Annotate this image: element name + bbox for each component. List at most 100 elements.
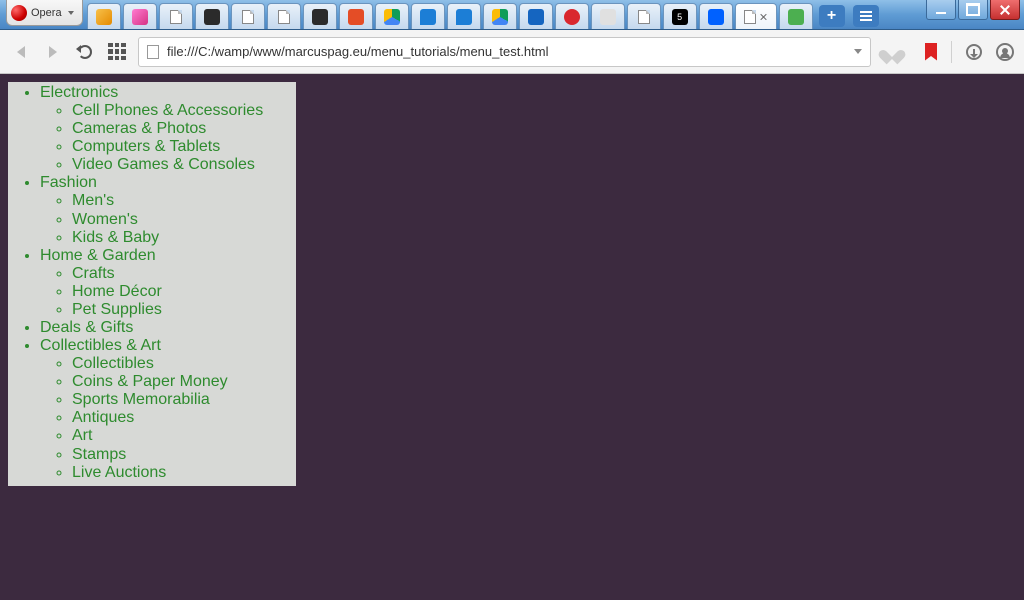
tab-favicon-icon	[204, 9, 220, 25]
new-tab-button[interactable]: +	[819, 5, 845, 27]
opera-logo-icon	[11, 5, 27, 21]
tab[interactable]	[231, 3, 265, 29]
tab[interactable]	[627, 3, 661, 29]
tab[interactable]	[779, 3, 813, 29]
submenu-item: Pet Supplies	[72, 301, 290, 319]
submenu-item: Women's	[72, 211, 290, 229]
mega-icon	[564, 9, 580, 25]
menu-category-link[interactable]: Fashion	[40, 174, 97, 191]
menu-category-link[interactable]: Collectibles & Art	[40, 337, 161, 354]
submenu-link[interactable]: Video Games & Consoles	[72, 156, 255, 173]
menu-category-link[interactable]: Deals & Gifts	[40, 319, 133, 336]
tab-active[interactable]	[735, 3, 777, 29]
window-controls	[926, 0, 1020, 20]
submenu-item: Cell Phones & Accessories	[72, 102, 290, 120]
submenu-link[interactable]: Crafts	[72, 265, 115, 282]
tab[interactable]	[303, 3, 337, 29]
tab-favicon-icon	[600, 9, 616, 25]
tab[interactable]	[591, 3, 625, 29]
chat-icon	[456, 9, 472, 25]
menu-category-link[interactable]: Electronics	[40, 84, 118, 101]
stash-bookmark-icon[interactable]	[925, 43, 937, 61]
submenu-item: Art	[72, 427, 290, 445]
opera-menu-button[interactable]: Opera	[6, 0, 83, 26]
tab-favicon-icon	[312, 9, 328, 25]
submenu-link[interactable]: Live Auctions	[72, 464, 166, 481]
tab-strip: 5 +	[87, 0, 1024, 29]
submenu-link[interactable]: Antiques	[72, 409, 134, 426]
tab[interactable]	[339, 3, 373, 29]
submenu-item: Live Auctions	[72, 464, 290, 482]
window-close-button[interactable]	[990, 0, 1020, 20]
dropbox-icon	[708, 9, 724, 25]
submenu-item: Computers & Tablets	[72, 138, 290, 156]
submenu-item: Crafts	[72, 265, 290, 283]
arrow-right-icon	[49, 46, 57, 58]
submenu-link[interactable]: Women's	[72, 211, 138, 228]
todoist-icon	[528, 9, 544, 25]
w3schools-icon	[788, 9, 804, 25]
tab[interactable]	[447, 3, 481, 29]
submenu-link[interactable]: Men's	[72, 192, 114, 209]
tab[interactable]	[267, 3, 301, 29]
f5-icon: 5	[672, 9, 688, 25]
account-button[interactable]	[996, 43, 1014, 61]
page-viewport: ElectronicsCell Phones & AccessoriesCame…	[0, 74, 1024, 600]
dropdown-icon[interactable]	[854, 49, 862, 54]
maximize-button[interactable]	[958, 0, 988, 20]
reload-icon	[78, 45, 92, 59]
close-tab-icon[interactable]	[760, 13, 768, 21]
url-text: file:///C:/wamp/www/marcuspag.eu/menu_tu…	[167, 44, 549, 59]
submenu-link[interactable]: Kids & Baby	[72, 229, 159, 246]
minimize-button[interactable]	[926, 0, 956, 20]
back-button[interactable]	[10, 41, 32, 63]
address-bar[interactable]: file:///C:/wamp/www/marcuspag.eu/menu_tu…	[138, 37, 871, 67]
submenu-link[interactable]: Sports Memorabilia	[72, 391, 210, 408]
speed-dial-button[interactable]	[106, 41, 128, 63]
window-titlebar: Opera 5 +	[0, 0, 1024, 30]
submenu-link[interactable]: Stamps	[72, 446, 126, 463]
submenu-link[interactable]: Home Décor	[72, 283, 162, 300]
tab[interactable]	[411, 3, 445, 29]
document-icon	[242, 10, 254, 24]
page-info-icon[interactable]	[147, 45, 159, 59]
tab[interactable]	[159, 3, 193, 29]
tab[interactable]	[87, 3, 121, 29]
submenu-item: Cameras & Photos	[72, 120, 290, 138]
tab[interactable]: 5	[663, 3, 697, 29]
tab[interactable]	[555, 3, 589, 29]
tab[interactable]	[699, 3, 733, 29]
menu-category: FashionMen's Women'sKids & Baby	[40, 174, 290, 246]
document-icon	[170, 10, 182, 24]
submenu-link[interactable]: Cell Phones & Accessories	[72, 102, 263, 119]
tab[interactable]	[519, 3, 553, 29]
forward-button[interactable]	[42, 41, 64, 63]
tab[interactable]	[375, 3, 409, 29]
toolbar-right	[925, 41, 1014, 63]
menu-category: Home & GardenCraftsHome DécorPet Supplie…	[40, 247, 290, 319]
submenu-item: Coins & Paper Money	[72, 373, 290, 391]
tab[interactable]	[195, 3, 229, 29]
tab-favicon-icon	[132, 9, 148, 25]
category-menu: ElectronicsCell Phones & AccessoriesCame…	[8, 82, 296, 486]
submenu-list: CollectiblesCoins & Paper MoneySports Me…	[40, 355, 290, 482]
tab[interactable]	[123, 3, 157, 29]
submenu-link[interactable]: Computers & Tablets	[72, 138, 220, 155]
tab[interactable]	[483, 3, 517, 29]
menu-lines-icon	[860, 15, 872, 17]
reload-button[interactable]	[74, 41, 96, 63]
submenu-link[interactable]: Pet Supplies	[72, 301, 162, 318]
downloads-button[interactable]	[966, 44, 982, 60]
bookmark-heart-button[interactable]	[881, 41, 903, 63]
submenu-link[interactable]: Collectibles	[72, 355, 154, 372]
submenu-link[interactable]: Art	[72, 427, 92, 444]
tab-menu-button[interactable]	[853, 5, 879, 27]
menu-category-link[interactable]: Home & Garden	[40, 247, 156, 264]
menu-category: Collectibles & ArtCollectiblesCoins & Pa…	[40, 337, 290, 482]
menu-category: ElectronicsCell Phones & AccessoriesCame…	[40, 84, 290, 174]
submenu-item: Stamps	[72, 446, 290, 464]
separator	[951, 41, 952, 63]
html5-icon	[348, 9, 364, 25]
submenu-link[interactable]: Cameras & Photos	[72, 120, 206, 137]
submenu-link[interactable]: Coins & Paper Money	[72, 373, 228, 390]
